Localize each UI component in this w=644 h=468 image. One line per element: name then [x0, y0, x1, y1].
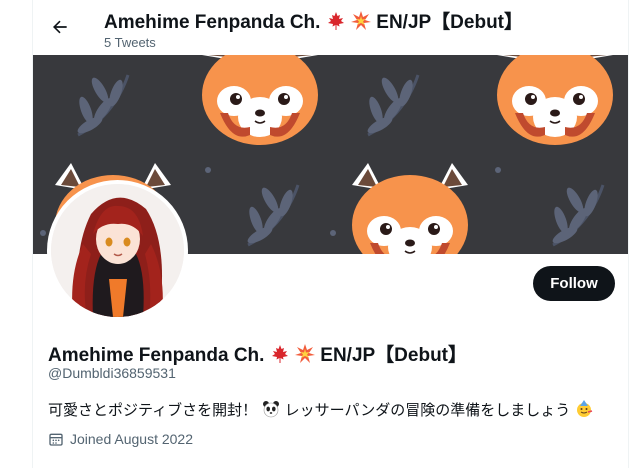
column-divider-right [628, 0, 629, 468]
avatar-image [51, 184, 184, 317]
maple-leaf-icon [327, 12, 344, 30]
back-arrow-icon [53, 20, 67, 34]
display-name-suffix: EN/JP【Debut】 [320, 345, 468, 366]
panda-icon [262, 401, 279, 418]
handle: @Dumbldi36859531 [48, 365, 176, 381]
back-button[interactable] [45, 12, 75, 42]
tweet-count: 5 Tweets [104, 35, 156, 50]
header-title: Amehime Fenpanda Ch. EN/JP【Debut】 [104, 7, 523, 34]
profile-header: Amehime Fenpanda Ch. EN/JP【Debut】 5 Twee… [33, 0, 628, 55]
header-title-name: Amehime Fenpanda Ch. [104, 12, 321, 33]
display-name-text: Amehime Fenpanda Ch. [48, 345, 265, 366]
calendar-icon [49, 433, 63, 446]
avatar[interactable] [47, 180, 188, 321]
party-face-icon [577, 400, 593, 417]
collision-icon [350, 11, 371, 30]
joined-text: Joined August 2022 [70, 431, 193, 447]
bio-text-part2: レッサーパンダの冒険の準備をしましょう [284, 401, 571, 419]
bio-text-part1: 可愛さとポジティブさを開封！ [48, 401, 258, 419]
header-title-suffix: EN/JP【Debut】 [376, 12, 524, 33]
collision-icon [294, 344, 315, 363]
joined-date: Joined August 2022 [48, 431, 193, 447]
display-name: Amehime Fenpanda Ch. EN/JP【Debut】 [48, 340, 467, 367]
maple-leaf-icon [271, 345, 288, 363]
left-gutter [0, 0, 32, 468]
follow-button[interactable]: Follow [533, 266, 615, 301]
bio: 可愛さとポジティブさを開封！ レッサーパンダの冒険の準備をしましょう [48, 399, 593, 420]
